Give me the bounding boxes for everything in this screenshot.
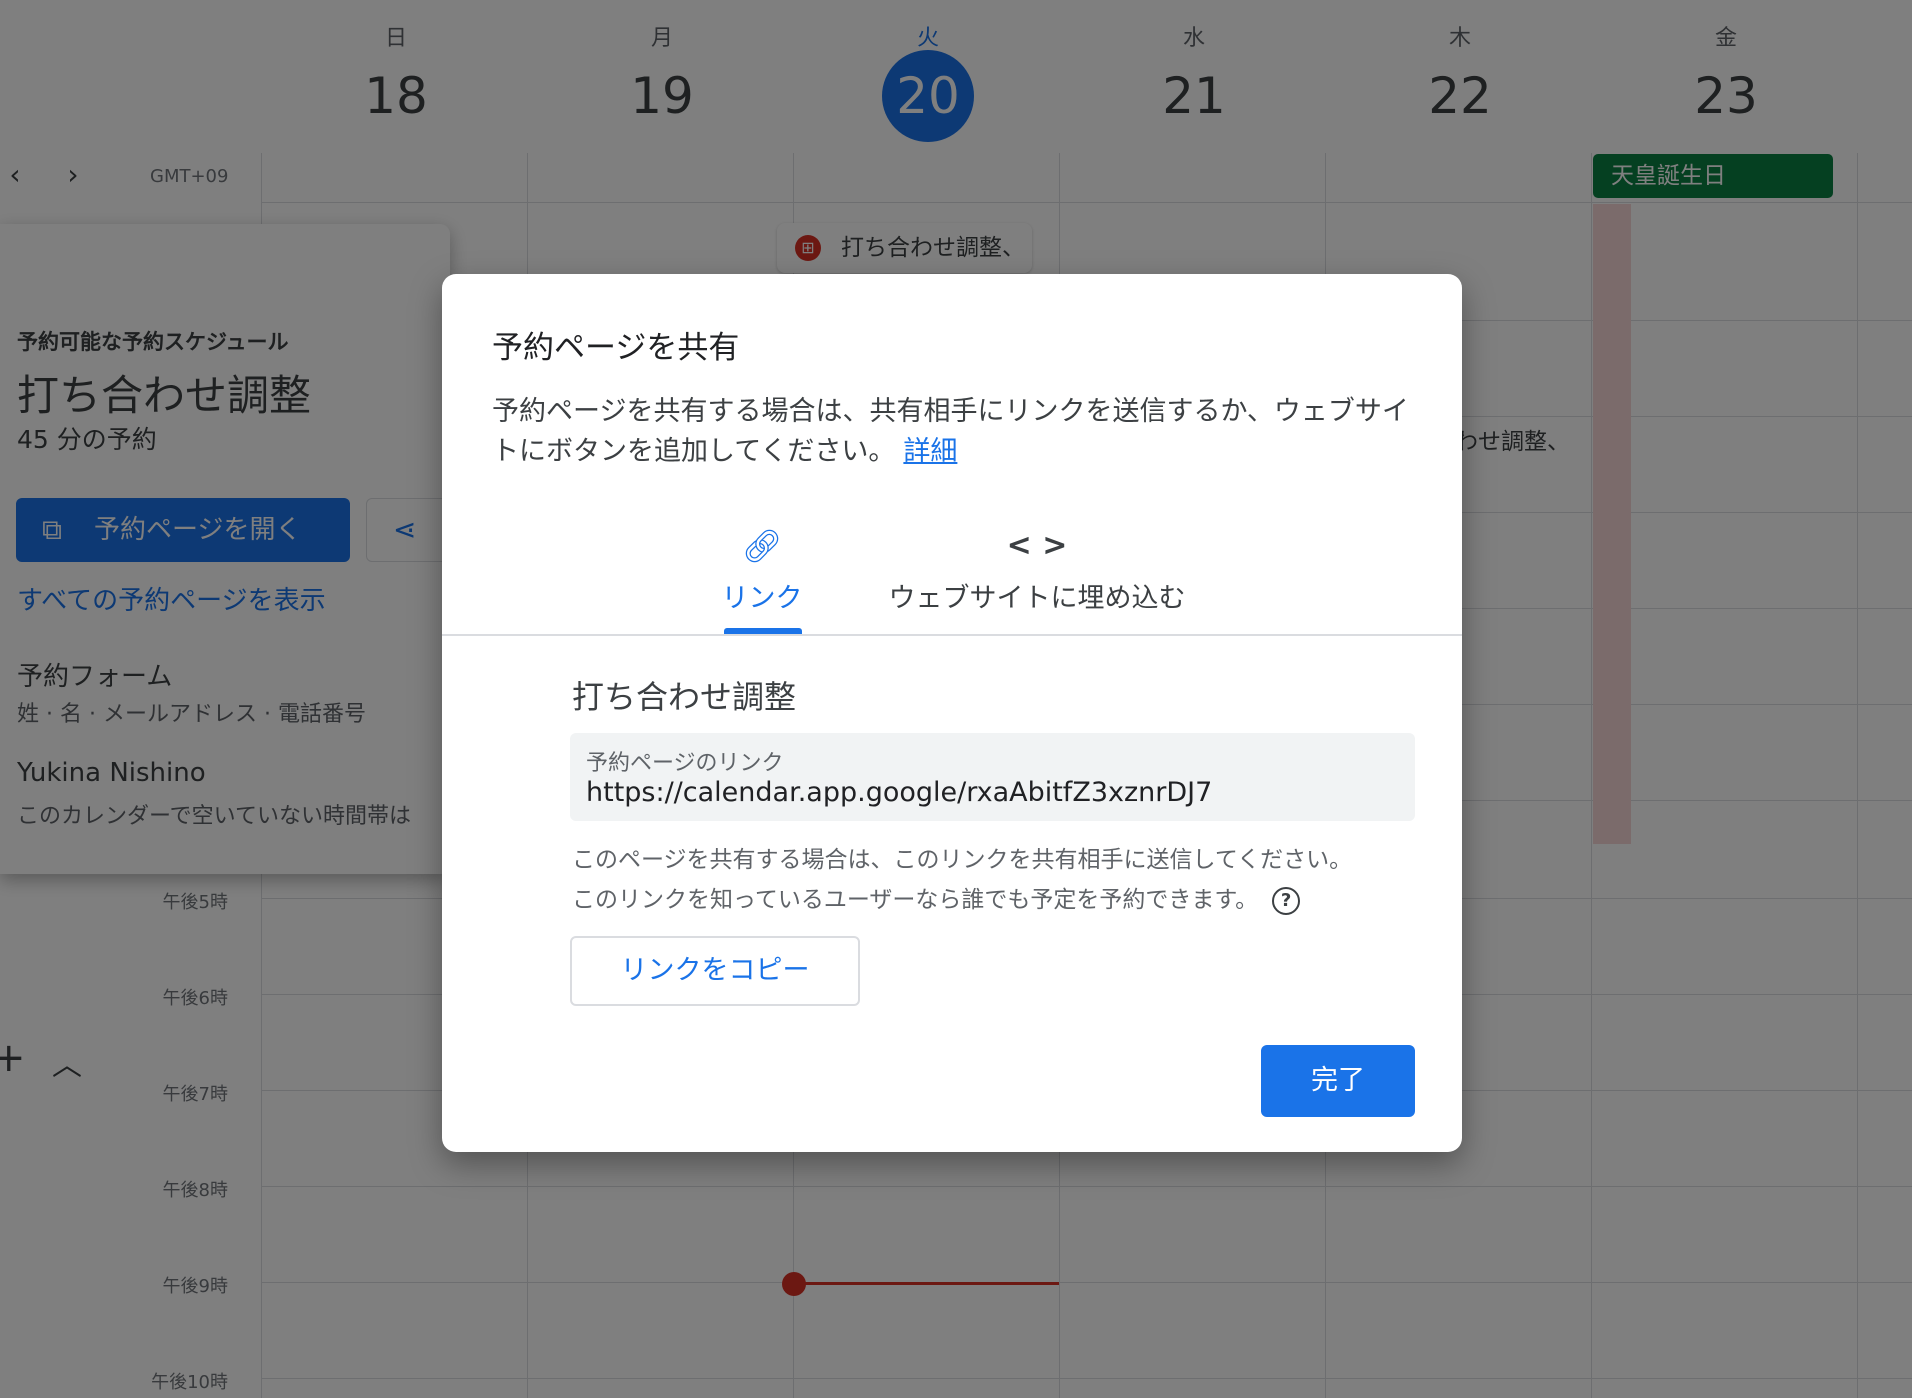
tab-embed-label: ウェブサイトに埋め込む: [888, 583, 1186, 614]
dialog-title: 予約ページを共有: [492, 330, 740, 366]
booking-page-title: 打ち合わせ調整: [572, 678, 797, 716]
booking-link-url[interactable]: https://calendar.app.google/rxaAbitfZ3xz…: [586, 777, 1212, 808]
link-icon: 🔗︎: [741, 527, 783, 565]
tab-link-label: リンク: [721, 583, 803, 614]
done-button[interactable]: 完了: [1261, 1045, 1415, 1117]
details-link[interactable]: 詳細: [903, 436, 957, 467]
share-booking-page-dialog: 予約ページを共有 予約ページを共有する場合は、共有相手にリンクを送信するか、ウェ…: [442, 274, 1462, 1152]
link-help-text-2: このリンクを知っているユーザーなら誰でも予定を予約できます。?: [572, 880, 1301, 915]
link-help-text: このページを共有する場合は、このリンクを共有相手に送信してください。: [572, 847, 1353, 873]
tab-link[interactable]: 🔗︎ リンク: [710, 526, 814, 636]
code-icon: < >: [1006, 528, 1068, 563]
help-icon[interactable]: ?: [1272, 886, 1301, 915]
tab-divider: [442, 634, 1462, 636]
link-help-text-2-label: このリンクを知っているユーザーなら誰でも予定を予約できます。: [572, 887, 1259, 913]
booking-link-field[interactable]: 予約ページのリンク https://calendar.app.google/rx…: [570, 733, 1415, 821]
tab-embed-website[interactable]: < > ウェブサイトに埋め込む: [872, 526, 1202, 636]
booking-link-field-label: 予約ページのリンク: [586, 751, 784, 776]
copy-link-button[interactable]: リンクをコピー: [570, 936, 860, 1006]
dialog-description: 予約ページを共有する場合は、共有相手にリンクを送信するか、ウェブサイトにボタンを…: [492, 392, 1422, 472]
